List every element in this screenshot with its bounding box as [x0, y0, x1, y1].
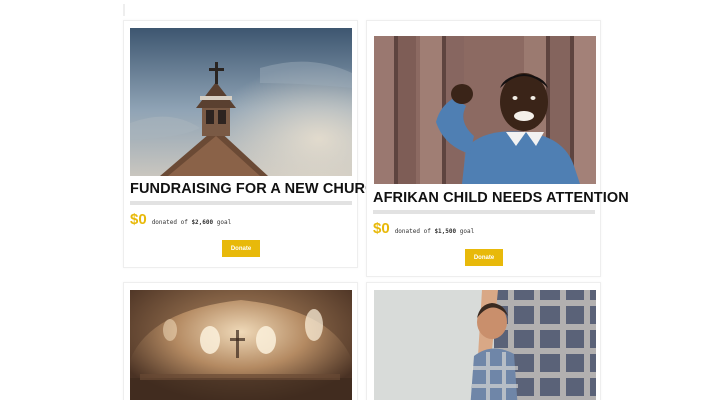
funding-progress-bar [373, 210, 595, 214]
funding-summary: $0 donated of $2,600 goal [130, 211, 231, 228]
donate-button[interactable]: Donate [465, 249, 503, 266]
donated-label: donated of [151, 219, 188, 226]
goal-label: goal [459, 228, 475, 235]
goal-text: donated of $1,500 goal [395, 228, 475, 235]
campaign-title[interactable]: AFRIKAN CHILD NEEDS ATTENTION [373, 190, 629, 206]
campaign-title[interactable]: FUNDRAISING FOR A NEW CHURCH [130, 181, 386, 197]
campaign-card [123, 282, 358, 400]
goal-amount: $2,600 [191, 219, 214, 226]
goal-label: goal [216, 219, 232, 226]
donated-label: donated of [394, 228, 431, 235]
funding-progress-bar [130, 201, 352, 205]
campaign-card: FUNDRAISING FOR A NEW CHURCH $0 donated … [123, 20, 386, 268]
top-divider [123, 4, 125, 16]
church-interior-photo[interactable] [130, 290, 352, 400]
campaign-card [366, 282, 601, 400]
funding-summary: $0 donated of $1,500 goal [373, 220, 474, 237]
church-steeple-photo[interactable] [130, 28, 352, 176]
donate-button[interactable]: Donate [222, 240, 260, 257]
goal-amount: $1,500 [434, 228, 457, 235]
child-hugging-parent-photo[interactable] [374, 290, 596, 400]
amount-raised: $0 [373, 220, 390, 237]
goal-text: donated of $2,600 goal [152, 219, 232, 226]
campaign-grid-page: FUNDRAISING FOR A NEW CHURCH $0 donated … [0, 0, 720, 400]
campaign-card: AFRIKAN CHILD NEEDS ATTENTION $0 donated… [366, 20, 629, 277]
amount-raised: $0 [130, 211, 147, 228]
child-photo[interactable] [374, 36, 596, 184]
